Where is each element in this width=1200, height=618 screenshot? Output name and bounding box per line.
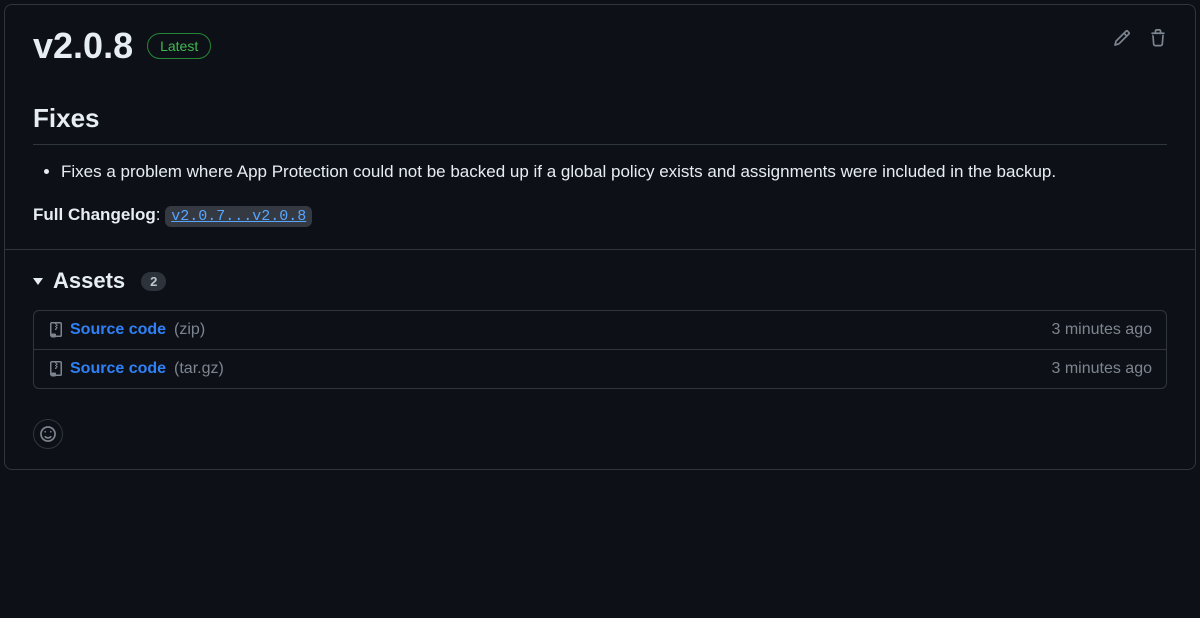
changelog-compare-link[interactable]: v2.0.7...v2.0.8 <box>165 206 312 227</box>
reaction-bar <box>5 409 1195 469</box>
assets-title: Assets <box>53 268 125 294</box>
changelog-label: Full Changelog <box>33 205 156 224</box>
fixes-heading: Fixes <box>33 103 1167 145</box>
release-body: Fixes Fixes a problem where App Protecti… <box>5 67 1195 249</box>
asset-link[interactable]: Source code <box>70 360 166 378</box>
assets-section: Assets 2 Source code (zip) 3 minutes ago <box>5 249 1195 409</box>
release-version: v2.0.8 <box>33 25 133 67</box>
asset-time: 3 minutes ago <box>1051 321 1152 339</box>
asset-ext: (zip) <box>174 321 205 339</box>
file-zip-icon <box>48 361 64 377</box>
chevron-down-icon <box>33 278 43 285</box>
fixes-list: Fixes a problem where App Protection cou… <box>33 159 1167 185</box>
assets-count-badge: 2 <box>141 272 166 291</box>
delete-icon[interactable] <box>1149 29 1167 47</box>
asset-link[interactable]: Source code <box>70 321 166 339</box>
assets-toggle[interactable]: Assets 2 <box>33 268 1167 294</box>
asset-ext: (tar.gz) <box>174 360 224 378</box>
asset-time: 3 minutes ago <box>1051 360 1152 378</box>
assets-table: Source code (zip) 3 minutes ago Source c… <box>33 310 1167 389</box>
release-header: v2.0.8 Latest <box>5 5 1195 67</box>
latest-badge: Latest <box>147 33 211 59</box>
fix-item: Fixes a problem where App Protection cou… <box>61 159 1167 185</box>
edit-icon[interactable] <box>1113 29 1131 47</box>
full-changelog-line: Full Changelog: v2.0.7...v2.0.8 <box>33 205 1167 225</box>
file-zip-icon <box>48 322 64 338</box>
add-reaction-button[interactable] <box>33 419 63 449</box>
asset-row: Source code (zip) 3 minutes ago <box>34 311 1166 350</box>
release-card: v2.0.8 Latest Fixes Fixes a problem wher… <box>4 4 1196 470</box>
asset-row: Source code (tar.gz) 3 minutes ago <box>34 350 1166 388</box>
